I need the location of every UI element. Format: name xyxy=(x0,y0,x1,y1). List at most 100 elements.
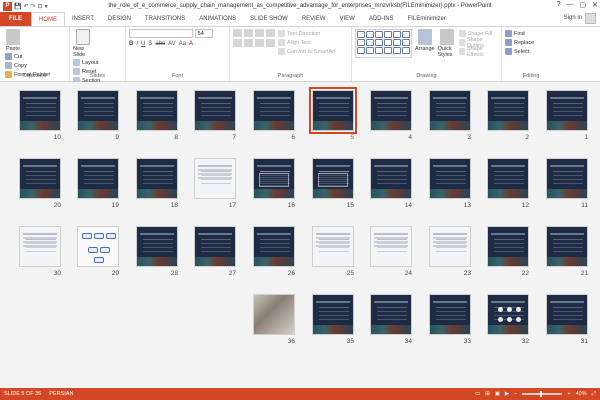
align-left-icon[interactable] xyxy=(233,39,242,47)
slide-thumbnail[interactable] xyxy=(546,226,588,267)
slide-thumbnail[interactable] xyxy=(309,87,357,134)
replace-button[interactable]: Replace xyxy=(505,38,557,47)
slide-thumbnail[interactable] xyxy=(370,158,412,199)
copy-button[interactable]: Copy xyxy=(5,61,50,70)
reading-view-icon[interactable]: ▣ xyxy=(495,391,500,397)
slide-thumbnail[interactable] xyxy=(487,226,529,267)
slide-thumbnail[interactable] xyxy=(312,158,354,199)
slide-thumbnail[interactable] xyxy=(370,90,412,131)
slide-thumbnail[interactable] xyxy=(312,226,354,267)
slide-thumbnail[interactable] xyxy=(546,294,588,335)
tab-design[interactable]: DESIGN xyxy=(101,12,138,26)
align-center-icon[interactable] xyxy=(244,39,253,47)
help-icon[interactable]: ? xyxy=(557,1,561,9)
convert-smartart-button[interactable]: Convert to SmartArt xyxy=(278,47,336,56)
slide-thumbnail[interactable] xyxy=(429,158,471,199)
select-button[interactable]: Select xyxy=(505,47,557,56)
zoom-in-icon[interactable]: + xyxy=(567,391,570,397)
cut-button[interactable]: Cut xyxy=(5,52,50,61)
language-indicator[interactable]: PERSIAN xyxy=(49,391,73,397)
increase-indent-icon[interactable] xyxy=(266,29,275,37)
slide-thumbnail[interactable] xyxy=(194,226,236,267)
sign-in-link[interactable]: Sign in xyxy=(564,15,582,21)
minimize-icon[interactable]: — xyxy=(567,1,574,9)
tab-home[interactable]: HOME xyxy=(31,12,65,26)
numbering-icon[interactable] xyxy=(244,29,253,37)
slide-thumbnail[interactable] xyxy=(253,158,295,199)
slide-thumbnail[interactable] xyxy=(136,158,178,199)
bold-button[interactable]: B xyxy=(129,41,133,47)
slide-thumbnail[interactable] xyxy=(253,294,295,335)
slide-thumbnail[interactable] xyxy=(487,90,529,131)
slide-thumbnail[interactable] xyxy=(19,90,61,131)
slide-thumbnail[interactable] xyxy=(194,90,236,131)
start-slideshow-icon[interactable]: ⊡ xyxy=(38,3,43,10)
zoom-slider-handle[interactable] xyxy=(540,391,543,397)
zoom-out-icon[interactable]: − xyxy=(514,391,517,397)
paste-button[interactable]: Paste xyxy=(3,29,23,52)
maximize-icon[interactable]: ▢ xyxy=(580,1,587,9)
shape-effects-button[interactable]: Shape Effects xyxy=(458,46,498,58)
shadow-button[interactable]: S xyxy=(148,41,152,47)
new-slide-button[interactable]: New Slide xyxy=(73,29,93,58)
normal-view-icon[interactable]: ▭ xyxy=(475,391,480,397)
slide-thumbnail[interactable] xyxy=(487,294,529,335)
slide-thumbnail[interactable] xyxy=(77,226,119,267)
slide-thumbnail[interactable] xyxy=(77,158,119,199)
fit-window-icon[interactable]: ⤢ xyxy=(592,391,596,398)
italic-button[interactable]: I xyxy=(136,41,138,47)
change-case-button[interactable]: Aa xyxy=(179,41,186,47)
slide-thumbnail[interactable] xyxy=(370,226,412,267)
justify-icon[interactable] xyxy=(266,39,275,47)
slide-sorter-view-icon[interactable]: ⊞ xyxy=(485,391,490,397)
save-icon[interactable]: 💾 xyxy=(14,3,21,10)
zoom-slider[interactable] xyxy=(522,391,563,397)
strikethrough-button[interactable]: abc xyxy=(155,41,165,47)
underline-button[interactable]: U xyxy=(141,41,145,47)
char-spacing-button[interactable]: AV xyxy=(168,41,176,47)
slide-thumbnail[interactable] xyxy=(194,158,236,199)
tab-slide-show[interactable]: SLIDE SHOW xyxy=(243,12,295,26)
redo-icon[interactable]: ↷ xyxy=(31,3,36,10)
slide-thumbnail[interactable] xyxy=(429,90,471,131)
font-name-input[interactable] xyxy=(129,29,193,38)
slide-thumbnail[interactable] xyxy=(136,226,178,267)
slide-thumbnail[interactable] xyxy=(19,226,61,267)
bullets-icon[interactable] xyxy=(233,29,242,37)
zoom-level[interactable]: 40% xyxy=(576,391,587,397)
slide-thumbnail[interactable] xyxy=(19,158,61,199)
arrange-button[interactable]: Arrange xyxy=(415,29,435,58)
avatar[interactable] xyxy=(585,13,596,24)
tab-view[interactable]: VIEW xyxy=(333,12,362,26)
slide-thumbnail[interactable] xyxy=(312,294,354,335)
align-text-button[interactable]: Align Text xyxy=(278,38,336,47)
tab-transitions[interactable]: TRANSITIONS xyxy=(138,12,192,26)
slide-thumbnail[interactable] xyxy=(546,158,588,199)
tab-fileminimizer[interactable]: FILEminimizer xyxy=(401,12,453,26)
customize-qat-icon[interactable]: ▾ xyxy=(45,3,48,10)
find-button[interactable]: Find xyxy=(505,29,557,38)
slide-thumbnail[interactable] xyxy=(546,90,588,131)
shapes-gallery[interactable] xyxy=(355,29,412,58)
slide-thumbnail[interactable] xyxy=(429,226,471,267)
decrease-indent-icon[interactable] xyxy=(255,29,264,37)
close-icon[interactable]: ✕ xyxy=(592,1,598,9)
font-color-button[interactable]: A xyxy=(189,41,193,47)
quick-styles-button[interactable]: Quick Styles xyxy=(438,29,456,58)
tab-add-ins[interactable]: ADD-INS xyxy=(362,12,401,26)
slide-thumbnail[interactable] xyxy=(77,90,119,131)
slideshow-view-icon[interactable]: ▶ xyxy=(505,391,509,397)
tab-insert[interactable]: INSERT xyxy=(65,12,101,26)
slide-thumbnail[interactable] xyxy=(253,90,295,131)
tab-animations[interactable]: ANIMATIONS xyxy=(192,12,243,26)
tab-file[interactable]: FILE xyxy=(0,12,31,26)
tab-review[interactable]: REVIEW xyxy=(295,12,333,26)
slide-thumbnail[interactable] xyxy=(429,294,471,335)
slide-thumbnail[interactable] xyxy=(253,226,295,267)
layout-button[interactable]: Layout xyxy=(73,58,100,67)
slide-thumbnail[interactable] xyxy=(487,158,529,199)
align-right-icon[interactable] xyxy=(255,39,264,47)
font-size-input[interactable]: 54 xyxy=(194,29,213,38)
text-direction-button[interactable]: Text Direction xyxy=(278,29,336,38)
slide-thumbnail[interactable] xyxy=(136,90,178,131)
